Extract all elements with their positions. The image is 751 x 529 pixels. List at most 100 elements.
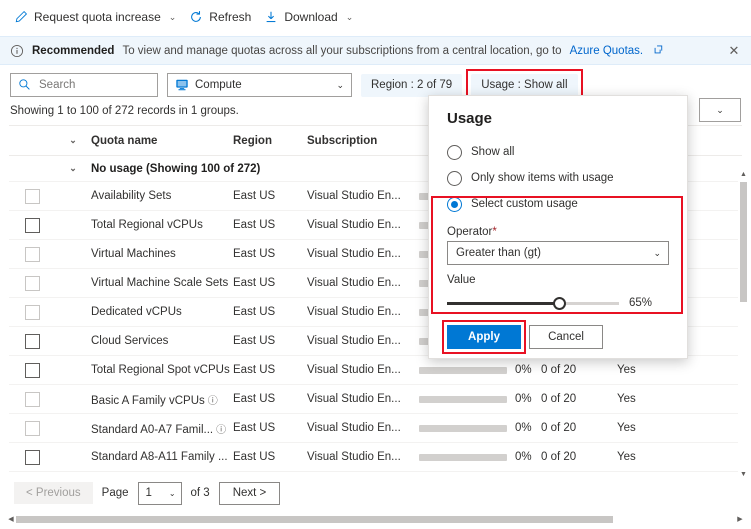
- operator-select[interactable]: Greater than (gt) ⌄: [447, 241, 669, 265]
- vertical-scroll-thumb[interactable]: [740, 182, 747, 302]
- value-label: Value: [447, 274, 671, 286]
- row-checkbox[interactable]: [25, 334, 40, 349]
- row-checkbox-cell[interactable]: [9, 392, 55, 407]
- header-subscription[interactable]: Subscription: [307, 135, 419, 147]
- flyout-actions: Apply Cancel: [447, 325, 671, 349]
- search-input[interactable]: Search: [10, 73, 158, 97]
- usage-percent: 0%: [515, 451, 532, 463]
- value-slider-thumb[interactable]: [553, 297, 566, 310]
- scroll-right-arrow-icon[interactable]: ▶: [735, 515, 745, 523]
- azure-quotas-link[interactable]: Azure Quotas.: [570, 45, 644, 57]
- next-page-button[interactable]: Next >: [219, 482, 281, 505]
- row-checkbox[interactable]: [25, 218, 40, 233]
- cell-quota-name: Virtual Machines: [91, 248, 233, 260]
- row-checkbox-cell[interactable]: [9, 305, 55, 320]
- header-quota-name[interactable]: Quota name: [91, 135, 233, 147]
- refresh-button[interactable]: Refresh: [185, 4, 260, 30]
- row-checkbox[interactable]: [25, 189, 40, 204]
- cell-region: East US: [233, 422, 307, 434]
- row-checkbox-cell[interactable]: [9, 450, 55, 465]
- chevron-down-icon: ⌄: [169, 12, 177, 23]
- row-checkbox[interactable]: [25, 305, 40, 320]
- scroll-left-arrow-icon[interactable]: ◀: [6, 515, 16, 523]
- cell-quota-name: Standard A0-A7 Famil...ⓘ: [91, 421, 233, 436]
- refresh-icon: [189, 10, 203, 24]
- row-checkbox-cell[interactable]: [9, 189, 55, 204]
- provider-dropdown[interactable]: Compute ⌄: [167, 73, 352, 97]
- horizontal-scrollbar[interactable]: ◀ ▶: [0, 513, 751, 525]
- usage-bar: [419, 396, 507, 403]
- scroll-down-arrow-icon[interactable]: ▼: [739, 469, 748, 479]
- table-row[interactable]: Standard A0-A7 Famil...ⓘEast USVisual St…: [9, 414, 742, 443]
- cell-usage: 0%: [419, 422, 541, 434]
- header-expand-chevron-icon[interactable]: ⌄: [55, 135, 91, 146]
- chevron-down-icon: ⌄: [169, 489, 176, 498]
- cell-quota-name: Total Regional vCPUs: [91, 219, 233, 231]
- usage-filter-wrap: Usage : Show all: [471, 74, 577, 97]
- usage-percent: 0%: [515, 393, 532, 405]
- info-icon[interactable]: ⓘ: [208, 396, 218, 407]
- row-checkbox[interactable]: [25, 247, 40, 262]
- radio-only-with-usage[interactable]: [447, 171, 462, 186]
- row-checkbox[interactable]: [25, 421, 40, 436]
- scroll-up-arrow-icon[interactable]: ▲: [739, 169, 748, 179]
- operator-value: Greater than (gt): [456, 247, 541, 259]
- usage-option-custom[interactable]: Select custom usage: [447, 191, 671, 217]
- row-checkbox[interactable]: [25, 363, 40, 378]
- usage-option-only-with-usage[interactable]: Only show items with usage: [447, 165, 671, 191]
- provider-value: Compute: [195, 79, 242, 91]
- cell-usage: 0%: [419, 393, 541, 405]
- search-icon: [18, 78, 32, 92]
- operator-label: Operator*: [447, 226, 671, 238]
- row-checkbox[interactable]: [25, 276, 40, 291]
- table-row[interactable]: Basic A Family vCPUsⓘEast USVisual Studi…: [9, 385, 742, 414]
- usage-bar: [419, 367, 507, 374]
- previous-page-button[interactable]: < Previous: [14, 482, 93, 504]
- radio-select-custom-usage[interactable]: [447, 197, 462, 212]
- usage-filter-flyout: Usage Show all Only show items with usag…: [428, 95, 688, 359]
- cell-subscription: Visual Studio En...: [307, 364, 419, 376]
- row-checkbox-cell[interactable]: [9, 247, 55, 262]
- apply-button[interactable]: Apply: [447, 325, 521, 349]
- chevron-down-icon: ⌄: [336, 80, 344, 91]
- horizontal-scroll-thumb[interactable]: [16, 516, 613, 523]
- group-collapse-chevron-icon[interactable]: ⌄: [55, 163, 91, 174]
- grid-vertical-scrollbar[interactable]: ▲ ▼: [738, 168, 749, 480]
- row-checkbox[interactable]: [25, 450, 40, 465]
- cell-region: East US: [233, 364, 307, 376]
- download-button[interactable]: Download ⌄: [260, 4, 362, 30]
- cancel-button[interactable]: Cancel: [529, 325, 603, 349]
- azure-quotas-page: Request quota increase ⌄ Refresh Downloa…: [0, 0, 751, 529]
- request-quota-increase-button[interactable]: Request quota increase ⌄: [10, 4, 185, 30]
- page-number-select[interactable]: 1 ⌄: [138, 482, 182, 505]
- usage-bar: [419, 425, 507, 432]
- row-checkbox-cell[interactable]: [9, 363, 55, 378]
- table-row[interactable]: Total Regional Spot vCPUsEast USVisual S…: [9, 356, 742, 385]
- region-filter-pill[interactable]: Region : 2 of 79: [361, 74, 462, 97]
- usage-percent: 0%: [515, 422, 532, 434]
- column-options-dropdown[interactable]: ⌄: [699, 98, 741, 122]
- value-slider-row: 65%: [447, 295, 671, 311]
- usage-option-show-all[interactable]: Show all: [447, 139, 671, 165]
- header-region[interactable]: Region: [233, 135, 307, 147]
- pagination-bar: < Previous Page 1 ⌄ of 3 Next >: [0, 479, 751, 507]
- cell-region: East US: [233, 277, 307, 289]
- cell-subscription: Visual Studio En...: [307, 190, 419, 202]
- value-slider[interactable]: [447, 295, 619, 311]
- usage-filter-pill[interactable]: Usage : Show all: [471, 74, 577, 97]
- row-checkbox-cell[interactable]: [9, 334, 55, 349]
- radio-show-all[interactable]: [447, 145, 462, 160]
- banner-close-button[interactable]: ✕: [726, 43, 742, 59]
- cell-usage: 0%: [419, 364, 541, 376]
- info-icon[interactable]: ⓘ: [216, 425, 226, 436]
- cell-adjustable: Yes: [617, 393, 687, 405]
- row-checkbox-cell[interactable]: [9, 218, 55, 233]
- row-checkbox-cell[interactable]: [9, 421, 55, 436]
- usage-option-show-all-label: Show all: [471, 146, 514, 158]
- row-checkbox-cell[interactable]: [9, 276, 55, 291]
- table-row[interactable]: Standard A8-A11 Family ...East USVisual …: [9, 443, 742, 472]
- cell-subscription: Visual Studio En...: [307, 393, 419, 405]
- cell-quota-name: Virtual Machine Scale Sets: [91, 277, 233, 289]
- chevron-down-icon: ⌄: [346, 12, 354, 23]
- row-checkbox[interactable]: [25, 392, 40, 407]
